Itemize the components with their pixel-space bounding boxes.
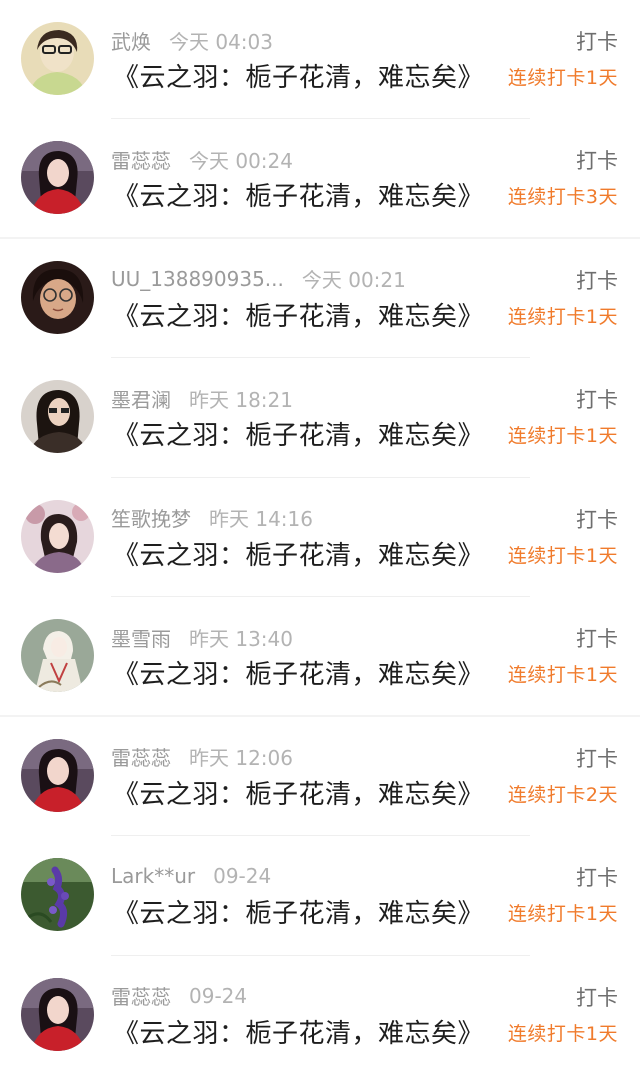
list-item[interactable]: 雷蕊蕊 09-24 打卡 《云之羽：栀子花清，难忘矣》 连续打卡1天 [0,956,640,1075]
list-item[interactable]: 笙歌挽梦 昨天 14:16 打卡 《云之羽：栀子花清，难忘矣》 连续打卡1天 [0,478,640,598]
list-item[interactable]: 雷蕊蕊 昨天 12:06 打卡 《云之羽：栀子花清，难忘矣》 连续打卡2天 [0,717,640,837]
streak-badge: 连续打卡1天 [508,660,618,687]
avatar[interactable] [21,141,94,214]
list-item[interactable]: UU_138890935... 今天 00:21 打卡 《云之羽：栀子花清，难忘… [0,239,640,359]
checkin-label: 打卡 [576,26,618,56]
entry-meta: 雷蕊蕊 昨天 12:06 [111,742,293,772]
checkin-label: 打卡 [576,743,618,773]
avatar-photo-icon [21,500,94,573]
streak-badge: 连续打卡1天 [508,899,618,926]
streak-badge: 连续打卡3天 [508,182,618,209]
checkin-label: 打卡 [576,504,618,534]
book-title[interactable]: 《云之羽：栀子花清，难忘矣》 [113,296,484,333]
book-title[interactable]: 《云之羽：栀子花清，难忘矣》 [113,176,484,213]
list-item[interactable]: 墨雪雨 昨天 13:40 打卡 《云之羽：栀子花清，难忘矣》 连续打卡1天 [0,597,640,717]
timestamp: 今天 00:24 [189,145,293,174]
book-title[interactable]: 《云之羽：栀子花清，难忘矣》 [113,415,484,452]
checkin-label: 打卡 [576,862,618,892]
entry-meta: UU_138890935... 今天 00:21 [111,264,406,294]
avatar[interactable] [21,261,94,334]
checkin-feed: 武焕 今天 04:03 打卡 《云之羽：栀子花清，难忘矣》 连续打卡1天 雷蕊蕊… [0,0,640,1065]
username[interactable]: Lark**ur [111,864,195,888]
book-title[interactable]: 《云之羽：栀子花清，难忘矣》 [113,893,484,930]
entry-meta: 墨雪雨 昨天 13:40 [111,622,293,652]
timestamp: 09-24 [189,984,247,1008]
timestamp: 今天 00:21 [302,264,406,293]
timestamp: 昨天 14:16 [209,503,313,532]
username[interactable]: UU_138890935... [111,267,284,291]
username[interactable]: 墨君澜 [111,384,171,413]
timestamp: 今天 04:03 [169,26,273,55]
entry-meta: 雷蕊蕊 09-24 [111,981,247,1011]
entry-meta: Lark**ur 09-24 [111,861,271,891]
avatar[interactable] [21,858,94,931]
avatar[interactable] [21,500,94,573]
avatar-photo-icon [21,380,94,453]
streak-badge: 连续打卡1天 [508,63,618,90]
username[interactable]: 墨雪雨 [111,623,171,652]
checkin-label: 打卡 [576,384,618,414]
timestamp: 昨天 12:06 [189,742,293,771]
book-title[interactable]: 《云之羽：栀子花清，难忘矣》 [113,654,484,691]
username[interactable]: 雷蕊蕊 [111,981,171,1010]
entry-meta: 武焕 今天 04:03 [111,25,273,55]
username[interactable]: 雷蕊蕊 [111,742,171,771]
avatar-photo-icon [21,978,94,1051]
avatar-photo-icon [21,261,94,334]
streak-badge: 连续打卡1天 [508,541,618,568]
avatar[interactable] [21,619,94,692]
streak-badge: 连续打卡1天 [508,421,618,448]
list-item[interactable]: 武焕 今天 04:03 打卡 《云之羽：栀子花清，难忘矣》 连续打卡1天 [0,0,640,119]
book-title[interactable]: 《云之羽：栀子花清，难忘矣》 [113,774,484,811]
streak-badge: 连续打卡1天 [508,1019,618,1046]
avatar[interactable] [21,739,94,812]
timestamp: 昨天 13:40 [189,623,293,652]
book-title[interactable]: 《云之羽：栀子花清，难忘矣》 [113,1013,484,1050]
entry-meta: 笙歌挽梦 昨天 14:16 [111,503,313,533]
checkin-label: 打卡 [576,982,618,1012]
timestamp: 昨天 18:21 [189,384,293,413]
avatar-photo-icon [21,858,94,931]
avatar[interactable] [21,22,94,95]
checkin-label: 打卡 [576,145,618,175]
list-item[interactable]: 雷蕊蕊 今天 00:24 打卡 《云之羽：栀子花清，难忘矣》 连续打卡3天 [0,119,640,239]
book-title[interactable]: 《云之羽：栀子花清，难忘矣》 [113,57,484,94]
avatar-photo-icon [21,141,94,214]
avatar-photo-icon [21,22,94,95]
entry-meta: 雷蕊蕊 今天 00:24 [111,144,293,174]
username[interactable]: 雷蕊蕊 [111,145,171,174]
username[interactable]: 武焕 [111,26,151,55]
timestamp: 09-24 [213,864,271,888]
streak-badge: 连续打卡2天 [508,780,618,807]
avatar[interactable] [21,380,94,453]
avatar-photo-icon [21,619,94,692]
checkin-label: 打卡 [576,623,618,653]
avatar-photo-icon [21,739,94,812]
avatar[interactable] [21,978,94,1051]
list-item[interactable]: 墨君澜 昨天 18:21 打卡 《云之羽：栀子花清，难忘矣》 连续打卡1天 [0,358,640,478]
list-item[interactable]: Lark**ur 09-24 打卡 《云之羽：栀子花清，难忘矣》 连续打卡1天 [0,836,640,956]
checkin-label: 打卡 [576,265,618,295]
username[interactable]: 笙歌挽梦 [111,503,191,532]
entry-meta: 墨君澜 昨天 18:21 [111,383,293,413]
streak-badge: 连续打卡1天 [508,302,618,329]
book-title[interactable]: 《云之羽：栀子花清，难忘矣》 [113,535,484,572]
